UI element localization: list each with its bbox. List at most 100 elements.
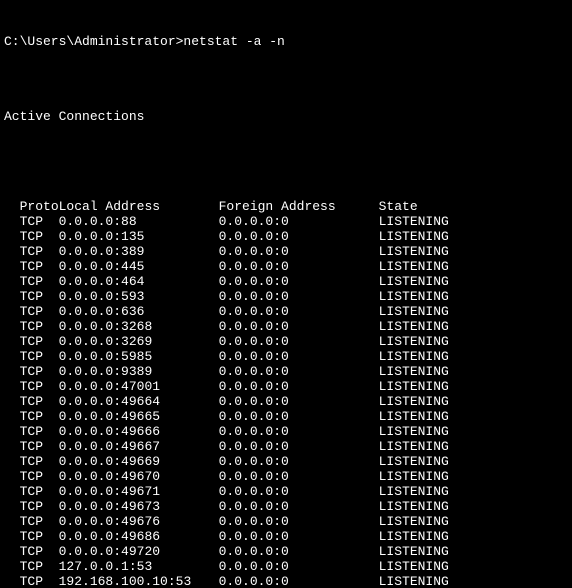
cell-local: 0.0.0.0:49671 <box>59 484 219 499</box>
table-row: TCP192.168.100.10:530.0.0.0:0LISTENING <box>4 574 499 588</box>
cell-state: LISTENING <box>379 424 499 439</box>
table-row: TCP0.0.0.0:3890.0.0.0:0LISTENING <box>4 244 499 259</box>
table-row: TCP0.0.0.0:497200.0.0.0:0LISTENING <box>4 544 499 559</box>
cell-foreign: 0.0.0.0:0 <box>219 574 379 588</box>
table-row: TCP0.0.0.0:496660.0.0.0:0LISTENING <box>4 424 499 439</box>
cell-local: 0.0.0.0:9389 <box>59 364 219 379</box>
cell-local: 0.0.0.0:464 <box>59 274 219 289</box>
cell-local: 127.0.0.1:53 <box>59 559 219 574</box>
table-row: TCP0.0.0.0:93890.0.0.0:0LISTENING <box>4 364 499 379</box>
table-row: TCP0.0.0.0:1350.0.0.0:0LISTENING <box>4 229 499 244</box>
cell-proto: TCP <box>4 439 59 454</box>
cell-proto: TCP <box>4 484 59 499</box>
cell-local: 0.0.0.0:88 <box>59 214 219 229</box>
cell-proto: TCP <box>4 559 59 574</box>
table-row: TCP0.0.0.0:6360.0.0.0:0LISTENING <box>4 304 499 319</box>
cell-local: 0.0.0.0:49673 <box>59 499 219 514</box>
table-row: TCP0.0.0.0:880.0.0.0:0LISTENING <box>4 214 499 229</box>
cell-foreign: 0.0.0.0:0 <box>219 424 379 439</box>
cell-proto: TCP <box>4 349 59 364</box>
table-row: TCP127.0.0.1:530.0.0.0:0LISTENING <box>4 559 499 574</box>
cell-state: LISTENING <box>379 379 499 394</box>
cell-local: 0.0.0.0:389 <box>59 244 219 259</box>
cell-local: 0.0.0.0:49664 <box>59 394 219 409</box>
connections-table: Proto Local Address Foreign Address Stat… <box>4 199 499 588</box>
cell-foreign: 0.0.0.0:0 <box>219 559 379 574</box>
cell-local: 0.0.0.0:49665 <box>59 409 219 424</box>
cell-local: 0.0.0.0:49676 <box>59 514 219 529</box>
cell-state: LISTENING <box>379 394 499 409</box>
cell-foreign: 0.0.0.0:0 <box>219 274 379 289</box>
table-row: TCP0.0.0.0:496640.0.0.0:0LISTENING <box>4 394 499 409</box>
cell-foreign: 0.0.0.0:0 <box>219 289 379 304</box>
cell-state: LISTENING <box>379 289 499 304</box>
cell-state: LISTENING <box>379 484 499 499</box>
cell-local: 0.0.0.0:445 <box>59 259 219 274</box>
cell-state: LISTENING <box>379 244 499 259</box>
cell-proto: TCP <box>4 289 59 304</box>
cell-local: 0.0.0.0:49666 <box>59 424 219 439</box>
table-row: TCP0.0.0.0:470010.0.0.0:0LISTENING <box>4 379 499 394</box>
cell-state: LISTENING <box>379 574 499 588</box>
cell-state: LISTENING <box>379 514 499 529</box>
cell-proto: TCP <box>4 274 59 289</box>
command-prompt-line: C:\Users\Administrator>netstat -a -n <box>0 34 572 49</box>
table-row: TCP0.0.0.0:496650.0.0.0:0LISTENING <box>4 409 499 424</box>
cell-proto: TCP <box>4 334 59 349</box>
cell-proto: TCP <box>4 499 59 514</box>
cell-local: 0.0.0.0:3269 <box>59 334 219 349</box>
table-row: TCP0.0.0.0:59850.0.0.0:0LISTENING <box>4 349 499 364</box>
cell-state: LISTENING <box>379 499 499 514</box>
header-local: Local Address <box>59 199 219 214</box>
cell-state: LISTENING <box>379 229 499 244</box>
header-proto: Proto <box>20 199 59 214</box>
cell-proto: TCP <box>4 304 59 319</box>
cell-state: LISTENING <box>379 469 499 484</box>
cell-foreign: 0.0.0.0:0 <box>219 394 379 409</box>
table-row: TCP0.0.0.0:4640.0.0.0:0LISTENING <box>4 274 499 289</box>
cell-local: 192.168.100.10:53 <box>59 574 219 588</box>
cell-local: 0.0.0.0:47001 <box>59 379 219 394</box>
table-row: TCP0.0.0.0:5930.0.0.0:0LISTENING <box>4 289 499 304</box>
cell-local: 0.0.0.0:49667 <box>59 439 219 454</box>
table-row: TCP0.0.0.0:32690.0.0.0:0LISTENING <box>4 334 499 349</box>
cell-proto: TCP <box>4 229 59 244</box>
cell-foreign: 0.0.0.0:0 <box>219 319 379 334</box>
table-row: TCP0.0.0.0:496670.0.0.0:0LISTENING <box>4 439 499 454</box>
cell-proto: TCP <box>4 214 59 229</box>
cell-foreign: 0.0.0.0:0 <box>219 439 379 454</box>
cell-state: LISTENING <box>379 454 499 469</box>
section-title: Active Connections <box>0 109 572 124</box>
cell-local: 0.0.0.0:135 <box>59 229 219 244</box>
cell-proto: TCP <box>4 529 59 544</box>
cell-foreign: 0.0.0.0:0 <box>219 349 379 364</box>
cell-foreign: 0.0.0.0:0 <box>219 409 379 424</box>
table-row: TCP0.0.0.0:496760.0.0.0:0LISTENING <box>4 514 499 529</box>
cell-foreign: 0.0.0.0:0 <box>219 304 379 319</box>
cell-state: LISTENING <box>379 259 499 274</box>
cell-foreign: 0.0.0.0:0 <box>219 529 379 544</box>
cell-state: LISTENING <box>379 304 499 319</box>
cell-proto: TCP <box>4 424 59 439</box>
cell-proto: TCP <box>4 319 59 334</box>
header-foreign: Foreign Address <box>219 199 379 214</box>
cell-proto: TCP <box>4 514 59 529</box>
cell-proto: TCP <box>4 379 59 394</box>
table-row: TCP0.0.0.0:32680.0.0.0:0LISTENING <box>4 319 499 334</box>
cell-proto: TCP <box>4 364 59 379</box>
cell-foreign: 0.0.0.0:0 <box>219 214 379 229</box>
cell-state: LISTENING <box>379 364 499 379</box>
cell-foreign: 0.0.0.0:0 <box>219 544 379 559</box>
cell-local: 0.0.0.0:3268 <box>59 319 219 334</box>
cell-state: LISTENING <box>379 334 499 349</box>
table-row: TCP0.0.0.0:496690.0.0.0:0LISTENING <box>4 454 499 469</box>
cell-proto: TCP <box>4 469 59 484</box>
cell-state: LISTENING <box>379 544 499 559</box>
cell-state: LISTENING <box>379 439 499 454</box>
cell-proto: TCP <box>4 394 59 409</box>
table-header-row: Proto Local Address Foreign Address Stat… <box>4 199 499 214</box>
cell-foreign: 0.0.0.0:0 <box>219 499 379 514</box>
table-row: TCP0.0.0.0:496860.0.0.0:0LISTENING <box>4 529 499 544</box>
cell-foreign: 0.0.0.0:0 <box>219 454 379 469</box>
cell-local: 0.0.0.0:5985 <box>59 349 219 364</box>
